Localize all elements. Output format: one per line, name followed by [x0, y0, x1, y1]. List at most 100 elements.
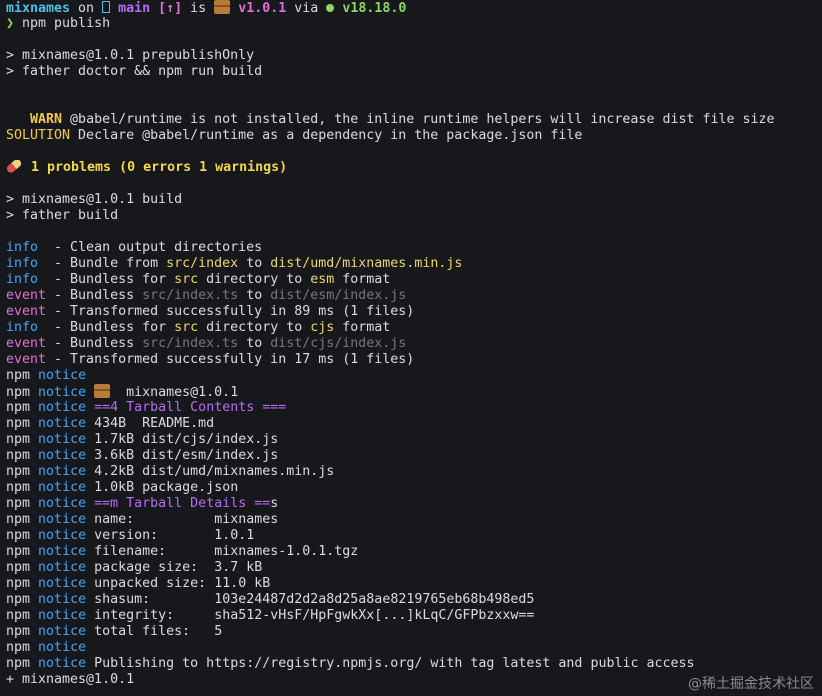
tarball-contents-heading: 4 Tarball Contents ===: [110, 400, 287, 415]
log-tag: info: [6, 320, 47, 335]
detail-key: filename:: [94, 544, 215, 559]
npm-notice-line: npm notice unpacked size: 11.0 kB: [6, 576, 816, 592]
tarball-file: 4.2kB dist/umd/mixnames.min.js: [94, 464, 335, 479]
warn-text: @babel/runtime is not installed, the inl…: [62, 112, 775, 127]
log-text: format: [334, 272, 391, 287]
detail-key: integrity:: [94, 608, 215, 623]
build-line: event - Transformed successfully in 17 m…: [6, 352, 816, 368]
prompt-is: is: [182, 1, 215, 16]
script-line: > mixnames@1.0.1 build: [6, 192, 183, 207]
build-line: info - Bundless for src directory to esm…: [6, 272, 816, 288]
shell-prompt: mixnames on main [↑] is v1.0.1 via v18.1…: [6, 0, 816, 16]
npm-notice-line: npm notice name: mixnames: [6, 512, 816, 528]
log-text: format: [334, 320, 391, 335]
detail-value: 1.0.1: [214, 528, 255, 543]
log-text: - Bundless: [46, 288, 143, 303]
build-line: event - Bundless src/index.ts to dist/es…: [6, 288, 816, 304]
npm-label: npm: [6, 576, 31, 591]
notice-label: notice: [38, 400, 87, 415]
package-icon: [94, 384, 111, 398]
npm-label: npm: [6, 385, 31, 400]
log-path: src: [174, 272, 199, 287]
npm-label: npm: [6, 640, 31, 655]
log-text: - Transformed successfully in 89 ms (1 f…: [46, 304, 415, 319]
prompt-version: v1.0.1: [238, 1, 287, 16]
notice-label: notice: [38, 624, 87, 639]
npm-notice-line: npm notice version: 1.0.1: [6, 528, 816, 544]
script-line: > father build: [6, 208, 119, 223]
detail-value: 5: [214, 624, 223, 639]
log-tag: info: [6, 240, 47, 255]
notice-label: notice: [38, 368, 87, 383]
npm-label: npm: [6, 608, 31, 623]
npm-notice-line: npm notice mixnames@1.0.1: [6, 384, 816, 400]
prompt-node-version: v18.18.0: [342, 1, 407, 16]
npm-notice-line: npm notice 1.0kB package.json: [6, 480, 816, 496]
npm-notice-line: npm notice package size: 3.7 kB: [6, 560, 816, 576]
npm-label: npm: [6, 368, 31, 383]
notice-label: notice: [38, 416, 87, 431]
problems-text: 1 problems (0 errors 1 warnings): [23, 160, 288, 175]
command-line: ❯ npm publish: [6, 16, 816, 32]
detail-key: shasum:: [94, 592, 215, 607]
notice-label: notice: [38, 560, 87, 575]
detail-key: package size:: [94, 560, 215, 575]
log-tag: info: [6, 272, 47, 287]
build-line: event - Bundless src/index.ts to dist/cj…: [6, 336, 816, 352]
npm-label: npm: [6, 560, 31, 575]
notice-label: notice: [38, 480, 87, 495]
log-text: directory to: [198, 320, 311, 335]
npm-label: npm: [6, 592, 31, 607]
npm-notice-line: npm notice ==m Tarball Details ==s: [6, 496, 816, 512]
terminal[interactable]: mixnames on main [↑] is v1.0.1 via v18.1…: [6, 0, 816, 688]
log-path: src/index.ts: [142, 336, 239, 351]
npm-label: npm: [6, 464, 31, 479]
log-path: src/index.ts: [142, 288, 239, 303]
npm-label: npm: [6, 480, 31, 495]
npm-label: npm: [6, 496, 31, 511]
log-text: directory to: [198, 272, 311, 287]
notice-text: ==: [94, 400, 111, 415]
detail-value: mixnames-1.0.1.tgz: [214, 544, 359, 559]
log-format: cjs: [310, 320, 335, 335]
detail-key: unpacked size:: [94, 576, 215, 591]
npm-label: npm: [6, 624, 31, 639]
detail-value: 11.0 kB: [214, 576, 271, 591]
npm-notice-line: npm notice total files: 5: [6, 624, 816, 640]
log-text: - Bundless for: [46, 320, 175, 335]
log-path: dist/umd/mixnames.min.js: [270, 256, 463, 271]
notice-label: notice: [38, 448, 87, 463]
log-path: dist/cjs/index.js: [270, 336, 407, 351]
log-tag: event: [6, 304, 47, 319]
build-line: info - Clean output directories: [6, 240, 816, 256]
solution-text: Declare @babel/runtime as a dependency i…: [70, 128, 583, 143]
npm-notice-line: npm notice filename: mixnames-1.0.1.tgz: [6, 544, 816, 560]
npm-label: npm: [6, 512, 31, 527]
log-text: to: [238, 288, 271, 303]
notice-label: notice: [38, 592, 87, 607]
detail-value: mixnames: [214, 512, 279, 527]
notice-label: notice: [38, 464, 87, 479]
npm-notice-line: npm notice 3.6kB dist/esm/index.js: [6, 448, 816, 464]
build-line: info - Bundless for src directory to cjs…: [6, 320, 816, 336]
tarball-file: 1.7kB dist/cjs/index.js: [94, 432, 279, 447]
git-branch-icon: [102, 1, 111, 13]
notice-label: notice: [38, 576, 87, 591]
npm-notice-line: npm notice shasum: 103e24487d2d2a8d25a8a…: [6, 592, 816, 608]
log-tag: event: [6, 288, 47, 303]
npm-notice-line: npm notice 1.7kB dist/cjs/index.js: [6, 432, 816, 448]
warn-line: WARN @babel/runtime is not installed, th…: [6, 112, 816, 128]
detail-key: name:: [94, 512, 215, 527]
npm-label: npm: [6, 400, 31, 415]
npm-notice-line: npm notice 4.2kB dist/umd/mixnames.min.j…: [6, 464, 816, 480]
notice-label: notice: [38, 608, 87, 623]
prompt-on: on: [70, 1, 103, 16]
package-icon: [214, 0, 231, 14]
log-text: - Bundless for: [46, 272, 175, 287]
notice-label: notice: [38, 544, 87, 559]
npm-label: npm: [6, 544, 31, 559]
notice-label: notice: [38, 656, 87, 671]
notice-label: notice: [38, 432, 87, 447]
detail-key: version:: [94, 528, 215, 543]
command-text: npm publish: [14, 16, 111, 31]
